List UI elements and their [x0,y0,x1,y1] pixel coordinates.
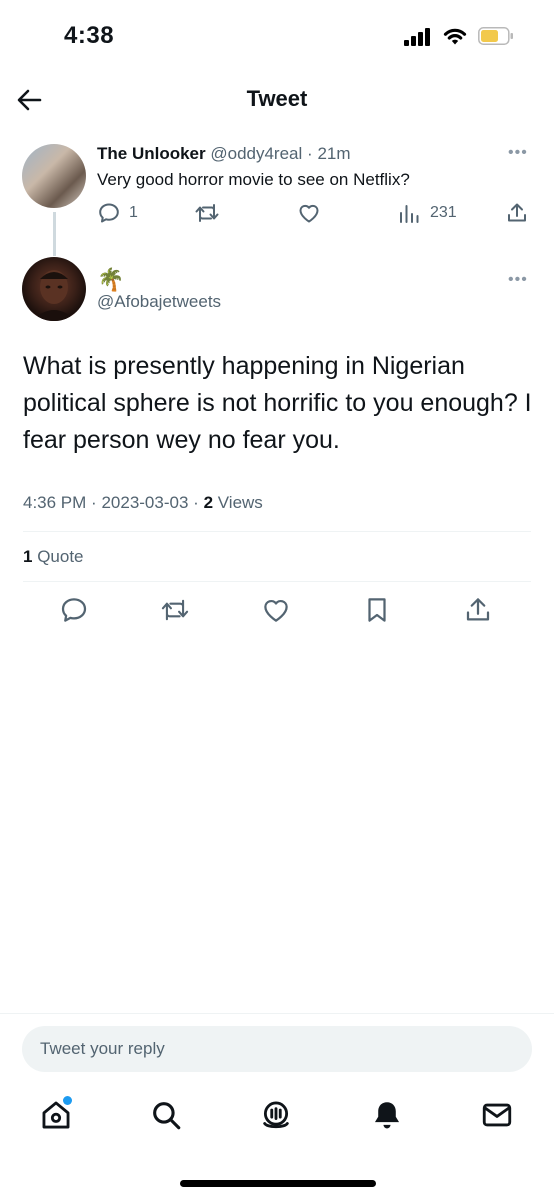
home-indicator[interactable] [180,1180,376,1187]
quote-count: 1 [23,547,33,566]
meta-separator: · [91,493,97,512]
thread-connector-line [53,212,56,256]
tweet-date: 2023-03-03 [101,493,189,512]
parent-time: 21m [317,144,351,163]
parent-reply-button[interactable]: 1 [97,200,138,226]
retweet-icon [194,201,220,225]
views-count[interactable]: 2 [204,493,213,512]
divider [23,531,531,532]
status-time: 4:38 [64,22,115,49]
author-handle[interactable]: @Afobajetweets [97,292,221,312]
parent-reply-count: 1 [129,204,138,221]
reply-icon[interactable] [59,595,89,625]
bell-icon[interactable] [370,1098,404,1132]
tweet-metadata: 4:36 PM · 2023-03-03 · 2 Views [23,493,263,513]
retweet-icon[interactable] [160,595,190,625]
search-icon[interactable] [149,1098,183,1132]
notification-dot [63,1096,72,1105]
parent-tweet-text: Very good horror movie to see on Netflix… [97,170,410,189]
divider [23,581,531,582]
top-header: Tweet [0,72,554,128]
views-label[interactable]: Views [218,493,263,512]
main-more-options-icon[interactable]: ••• [508,271,528,289]
parent-share-button[interactable] [505,200,529,226]
divider [0,1013,554,1014]
author-avatar[interactable] [22,257,86,321]
author-emoji-name[interactable]: 🌴 [97,267,124,293]
bookmark-icon[interactable] [362,595,392,625]
cellular-signal-icon [404,28,434,46]
heart-icon[interactable] [261,595,291,625]
bottom-nav [0,1092,554,1142]
meta-separator: · [193,493,199,512]
parent-handle[interactable]: @oddy4real [210,144,302,163]
parent-like-button[interactable] [297,200,321,226]
parent-separator: · [307,144,313,163]
reply-icon [97,201,121,225]
share-icon [505,201,529,225]
tweet-text: What is presently happening in Nigerian … [23,352,532,454]
home-icon[interactable] [39,1096,73,1132]
heart-icon [297,201,321,225]
tweet-action-bar [0,595,554,629]
parent-views-button[interactable]: 231 [398,200,457,226]
tweet-time: 4:36 PM [23,493,87,512]
quote-stat[interactable]: 1 Quote [23,547,84,567]
quote-label: Quote [37,547,84,566]
wifi-icon [442,25,468,47]
parent-more-options-icon[interactable]: ••• [508,144,528,162]
battery-icon [478,27,514,45]
parent-display-name[interactable]: The Unlooker [97,144,206,163]
analytics-icon [398,201,422,225]
reply-input[interactable] [22,1026,532,1072]
share-icon[interactable] [463,595,493,625]
mail-icon[interactable] [480,1098,514,1132]
status-bar: 4:38 [0,0,554,70]
spaces-icon[interactable] [259,1098,293,1132]
parent-retweet-button[interactable] [194,200,220,226]
parent-avatar[interactable] [22,144,86,208]
page-title: Tweet [246,86,308,111]
parent-tweet[interactable]: The Unlooker @oddy4real · 21m ••• Very g… [0,140,554,256]
parent-tweet-header: The Unlooker @oddy4real · 21m [97,144,351,164]
parent-views-count: 231 [430,204,457,221]
